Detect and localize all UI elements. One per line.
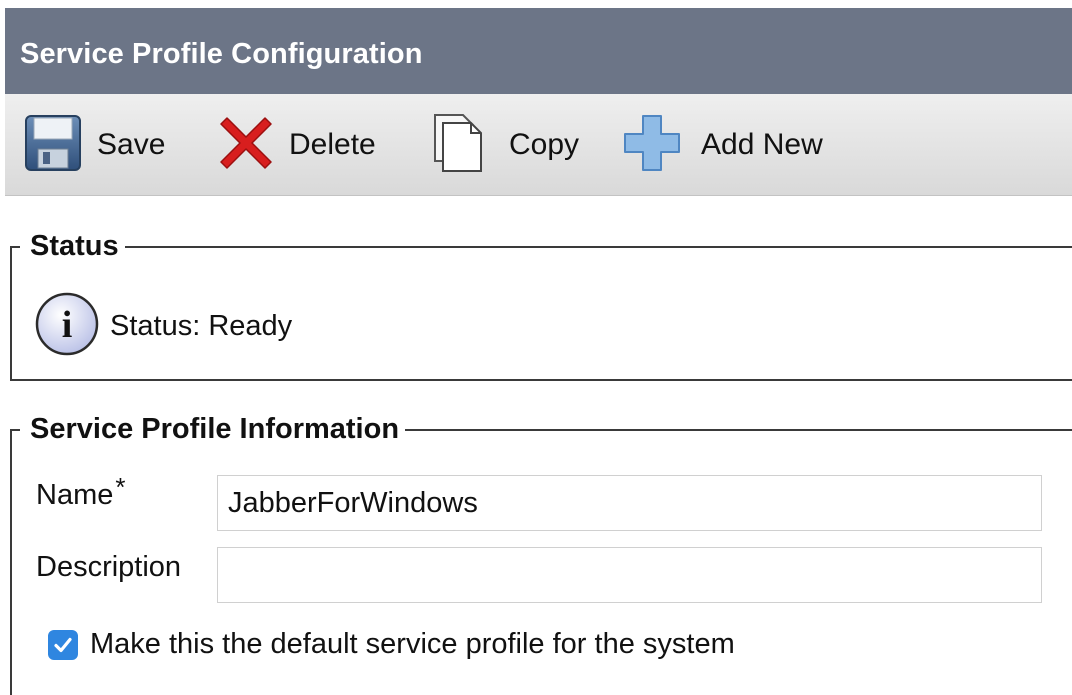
add-new-label: Add New (701, 128, 823, 161)
name-field[interactable] (217, 475, 1042, 531)
copy-documents-icon (429, 111, 487, 180)
status-legend: Status (20, 230, 125, 263)
name-label: Name* (36, 472, 125, 512)
floppy-disk-icon (23, 113, 83, 178)
red-x-icon (213, 110, 279, 181)
page-title: Service Profile Configuration (20, 38, 423, 70)
status-row: i Status: Ready (34, 291, 292, 362)
copy-button[interactable]: Copy (429, 94, 579, 196)
description-field[interactable] (217, 547, 1042, 603)
info-legend: Service Profile Information (20, 413, 406, 446)
info-icon: i (34, 291, 100, 362)
svg-text:i: i (62, 304, 73, 346)
save-button[interactable]: Save (23, 94, 165, 196)
delete-label: Delete (289, 128, 376, 161)
default-profile-checkbox[interactable] (48, 629, 78, 660)
delete-button[interactable]: Delete (213, 94, 376, 196)
toolbar: Save Delete Copy Add New (5, 94, 1072, 196)
add-new-button[interactable]: Add New (621, 94, 823, 196)
checkmark-icon (54, 637, 72, 652)
status-text: Status: Ready (110, 310, 293, 342)
description-label: Description (36, 551, 182, 583)
plus-icon (621, 112, 683, 179)
title-bar: Service Profile Configuration (5, 8, 1072, 94)
copy-label: Copy (509, 128, 580, 161)
status-section: Status i Status: Ready (10, 230, 1072, 381)
save-label: Save (97, 128, 166, 161)
required-marker: * (115, 472, 126, 502)
name-label-text: Name (36, 479, 114, 511)
default-profile-label: Make this the default service profile fo… (90, 628, 735, 660)
service-profile-page: Service Profile Configuration Save Delet… (0, 0, 1072, 695)
default-profile-option[interactable]: Make this the default service profile fo… (48, 628, 735, 661)
service-profile-info-section: Service Profile Information Name* Descri… (10, 413, 1072, 695)
